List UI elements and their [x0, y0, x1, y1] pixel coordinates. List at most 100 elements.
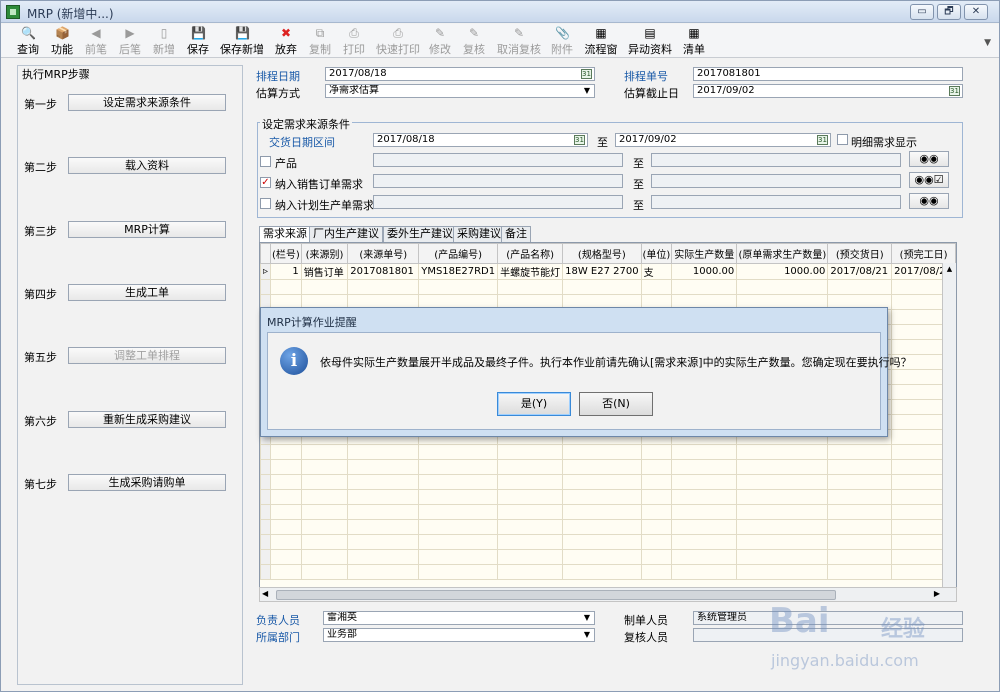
- table-cell[interactable]: [827, 519, 893, 535]
- set-source-conditions-button[interactable]: 设定需求来源条件: [68, 94, 226, 111]
- generate-requisition-button[interactable]: 生成采购请购单: [68, 474, 226, 491]
- table-cell[interactable]: [418, 444, 499, 460]
- table-cell[interactable]: [300, 534, 349, 550]
- toolbar-attachment-button[interactable]: 📎 附件: [547, 25, 577, 57]
- table-cell[interactable]: [827, 564, 893, 580]
- table-cell[interactable]: [640, 279, 673, 295]
- plan-order-from-field[interactable]: [373, 195, 623, 209]
- table-cell[interactable]: [671, 444, 738, 460]
- sales-order-from-field[interactable]: [373, 174, 623, 188]
- table-row[interactable]: [260, 459, 956, 475]
- product-to-field[interactable]: [651, 153, 901, 167]
- table-cell[interactable]: [736, 549, 829, 565]
- scroll-left-icon[interactable]: ◀: [262, 589, 268, 598]
- table-cell[interactable]: [497, 534, 564, 550]
- table-cell[interactable]: [300, 549, 349, 565]
- table-cell[interactable]: 支: [640, 263, 673, 280]
- manager-select[interactable]: 雷湘英 ▼: [323, 611, 595, 625]
- table-row[interactable]: [260, 519, 956, 535]
- table-cell[interactable]: YMS18E27RD1: [418, 263, 499, 280]
- table-cell[interactable]: [640, 564, 673, 580]
- toolbar-discard-button[interactable]: ✖ 放弃: [271, 25, 301, 57]
- toolbar-print-button[interactable]: ⎙ 打印: [339, 25, 369, 57]
- toolbar-prev-button[interactable]: ◀ 前笔: [81, 25, 111, 57]
- table-cell[interactable]: [418, 279, 499, 295]
- table-cell[interactable]: 1000.00: [671, 263, 738, 280]
- sched-no-field[interactable]: 2017081801: [693, 67, 963, 81]
- toolbar-list-button[interactable]: ▦ 清单: [679, 25, 709, 57]
- table-cell[interactable]: [736, 504, 829, 520]
- column-header[interactable]: (来源单号): [347, 243, 420, 264]
- scroll-right-icon[interactable]: ▶: [934, 589, 940, 598]
- calendar-icon[interactable]: 31: [817, 135, 828, 145]
- table-cell[interactable]: [827, 489, 893, 505]
- table-cell[interactable]: [270, 459, 302, 475]
- table-cell[interactable]: [671, 504, 738, 520]
- tab-remarks[interactable]: 备注: [501, 226, 531, 242]
- binoculars-icon[interactable]: ◉◉☑: [909, 172, 949, 188]
- table-row[interactable]: [260, 279, 956, 295]
- table-cell[interactable]: 半螺旋节能灯: [497, 263, 564, 280]
- product-from-field[interactable]: [373, 153, 623, 167]
- column-header[interactable]: (栏号): [270, 243, 302, 264]
- generate-work-order-button[interactable]: 生成工单: [68, 284, 226, 301]
- table-row[interactable]: [260, 474, 956, 490]
- sales-order-checkbox[interactable]: ✓: [260, 177, 271, 188]
- column-header[interactable]: (产品名称): [497, 243, 564, 264]
- date-to-field[interactable]: 2017/09/02 31: [615, 133, 831, 147]
- dept-select[interactable]: 业务部 ▼: [323, 628, 595, 642]
- table-cell[interactable]: [736, 279, 829, 295]
- table-cell[interactable]: [736, 534, 829, 550]
- adjust-schedule-button[interactable]: 调整工单排程: [68, 347, 226, 364]
- table-cell[interactable]: [497, 564, 564, 580]
- table-cell[interactable]: [562, 564, 642, 580]
- table-cell[interactable]: [300, 459, 349, 475]
- table-cell[interactable]: [260, 444, 272, 460]
- table-cell[interactable]: [497, 489, 564, 505]
- table-cell[interactable]: [671, 564, 738, 580]
- table-cell[interactable]: 销售订单: [300, 263, 349, 280]
- table-cell[interactable]: [827, 444, 893, 460]
- table-cell[interactable]: [671, 549, 738, 565]
- horizontal-scrollbar[interactable]: ◀ ▶: [259, 587, 957, 602]
- detail-demand-checkbox[interactable]: [837, 134, 848, 145]
- plan-order-checkbox[interactable]: [260, 198, 271, 209]
- table-row[interactable]: [260, 489, 956, 505]
- table-cell[interactable]: [347, 279, 420, 295]
- table-cell[interactable]: [260, 459, 272, 475]
- column-header[interactable]: (预交货日): [827, 243, 893, 264]
- table-cell[interactable]: [300, 504, 349, 520]
- table-cell[interactable]: [347, 504, 420, 520]
- table-cell[interactable]: [270, 474, 302, 490]
- table-cell[interactable]: [562, 489, 642, 505]
- table-cell[interactable]: [347, 444, 420, 460]
- table-cell[interactable]: [347, 534, 420, 550]
- toolbar-flow-button[interactable]: ▦ 流程窗: [583, 25, 619, 57]
- table-cell[interactable]: [300, 279, 349, 295]
- table-cell[interactable]: [640, 444, 673, 460]
- column-header[interactable]: (规格型号): [562, 243, 642, 264]
- toolbar-review-button[interactable]: ✎ 复核: [459, 25, 489, 57]
- table-cell[interactable]: [270, 489, 302, 505]
- minimize-button[interactable]: ▭: [910, 4, 934, 20]
- table-row[interactable]: [260, 534, 956, 550]
- table-cell[interactable]: [497, 519, 564, 535]
- date-from-field[interactable]: 2017/08/18 31: [373, 133, 588, 147]
- tab-purchase-suggestion[interactable]: 采购建议: [453, 226, 505, 242]
- table-cell[interactable]: [671, 489, 738, 505]
- table-cell[interactable]: [827, 459, 893, 475]
- table-cell[interactable]: [640, 504, 673, 520]
- table-cell[interactable]: 1: [270, 263, 302, 280]
- table-cell[interactable]: [736, 459, 829, 475]
- table-cell[interactable]: [260, 534, 272, 550]
- restore-button[interactable]: 🗗: [937, 4, 961, 20]
- table-cell[interactable]: 2017081801: [347, 263, 420, 280]
- yes-button[interactable]: 是(Y): [497, 392, 571, 416]
- table-cell[interactable]: [418, 459, 499, 475]
- table-cell[interactable]: [671, 459, 738, 475]
- table-cell[interactable]: [260, 519, 272, 535]
- table-cell[interactable]: [418, 474, 499, 490]
- toolbar-save-button[interactable]: 💾 保存: [183, 25, 213, 57]
- close-button[interactable]: ✕: [964, 4, 988, 20]
- table-cell[interactable]: [671, 279, 738, 295]
